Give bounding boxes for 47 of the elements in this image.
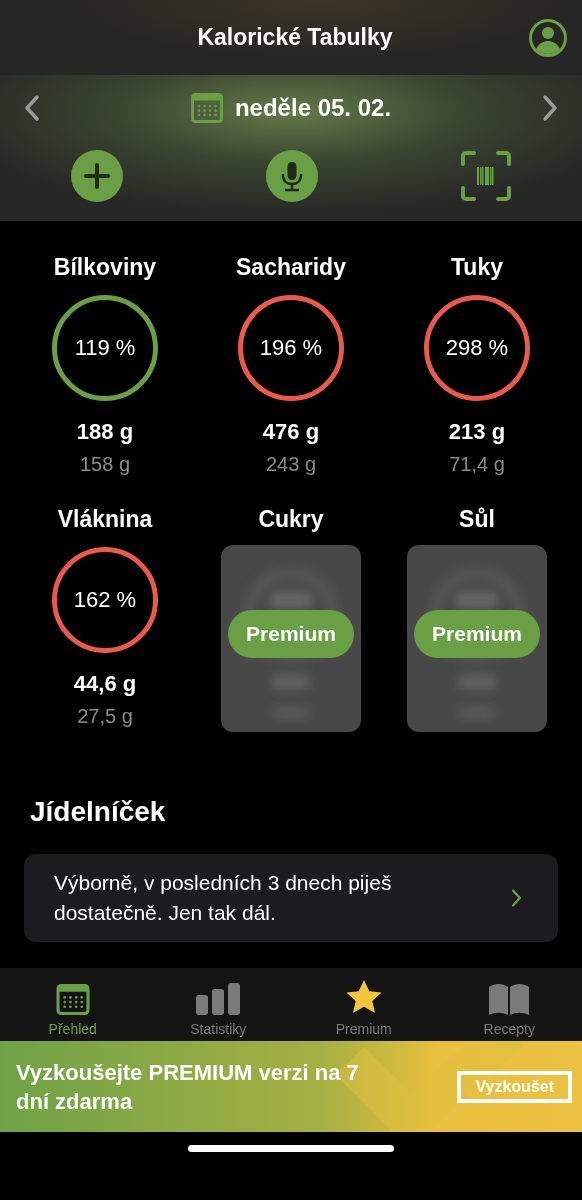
nutrient-name: Tuky [451, 254, 503, 281]
promo-text: Vyzkoušejte PREMIUM verzi na 7 dní zdarma [16, 1058, 360, 1116]
star-icon [344, 979, 383, 1015]
target-value: 27,5 g [77, 705, 133, 728]
chevron-right-icon [542, 94, 558, 122]
section-heading: Jídelníček [29, 795, 167, 828]
app-title: Kalorické Tabulky [197, 24, 393, 51]
amount-value: 188 g [76, 419, 134, 445]
scan-button[interactable] [460, 150, 512, 202]
nutrient-name: Cukry [258, 506, 324, 533]
target-value: 243 g [265, 453, 317, 476]
percent-value: 196 % [259, 335, 323, 361]
profile-button[interactable] [528, 17, 568, 58]
message-card[interactable]: Výborně, v posledních 3 dnech piješ dostatečně. Jen tak dál. [24, 854, 558, 942]
nutrient-name: Sacharidy [236, 254, 346, 281]
premium-button[interactable]: Premium [414, 609, 540, 658]
calendar-icon [190, 93, 223, 123]
plus-icon [70, 149, 124, 203]
amount-value: 213 g [448, 419, 506, 445]
nutrient-name: Sůl [459, 506, 495, 533]
target-value: 71,4 g [449, 453, 505, 476]
amount-value: 44,6 g [73, 671, 137, 697]
amount-value: 476 g [262, 419, 320, 445]
add-button[interactable] [70, 149, 124, 203]
tab[interactable]: Premium [291, 968, 437, 1041]
book-icon [488, 983, 531, 1015]
tab[interactable]: Přehled [0, 968, 146, 1041]
message-text: Výborně, v posledních 3 dnech piješ dostatečně. Jen tak dál. [54, 870, 393, 926]
tab[interactable]: Statistiky [145, 968, 291, 1041]
next-day-button[interactable] [542, 94, 558, 122]
nutrient-name: Bílkoviny [53, 254, 157, 281]
target-value: 158 g [79, 453, 131, 476]
previous-day-button[interactable] [24, 94, 40, 122]
microphone-icon [265, 149, 319, 203]
barcode-scan-icon [460, 150, 512, 202]
nutrient-name: Vláknina [57, 506, 153, 533]
calendar-icon [55, 984, 90, 1015]
percent-value: 298 % [445, 335, 509, 361]
voice-button[interactable] [265, 149, 319, 203]
chevron-left-icon [24, 94, 40, 122]
percent-value: 119 % [74, 335, 136, 361]
bar-chart-icon [196, 983, 241, 1015]
percent-value: 162 % [73, 587, 137, 613]
date-button[interactable]: neděle 05. 02. [190, 93, 392, 123]
tab[interactable]: Recepty [436, 968, 582, 1041]
premium-button[interactable]: Premium [228, 609, 354, 658]
profile-icon [528, 17, 568, 58]
